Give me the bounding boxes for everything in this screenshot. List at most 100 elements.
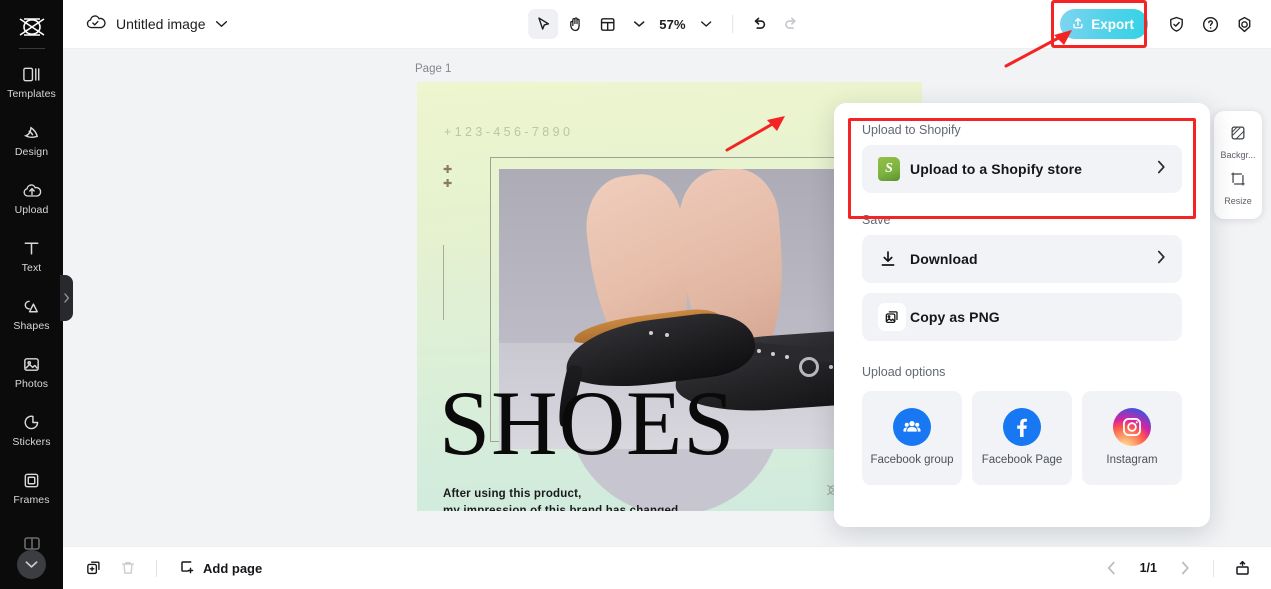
templates-icon [21,64,42,85]
present-button[interactable] [1227,553,1257,583]
design-icon [21,122,42,143]
help-circle-icon[interactable] [1195,9,1225,39]
instagram-label: Instagram [1106,454,1158,467]
artwork-tagline-line2: my impression of this brand has changed. [443,504,682,511]
background-icon [1229,124,1247,147]
facebook-group-icon [893,408,931,447]
bottombar-right-group: 1/1 [1097,553,1257,583]
resize-tool-label: Resize [1224,196,1252,206]
upload-cloud-icon [21,180,42,201]
toolbar-divider [731,15,733,33]
sparkle-icon: ✚ [443,178,453,190]
sidebar-item-upload[interactable]: Upload [0,169,63,227]
download-icon [878,249,910,269]
topbar-right-group: Export [1051,0,1259,48]
facebook-icon [1003,408,1041,447]
cloud-check-icon [85,13,107,36]
left-sidebar: Templates Design Upload Text Shapes Phot… [0,0,63,589]
sidebar-item-label: Shapes [13,320,50,333]
shopify-icon: S [878,157,910,181]
export-button[interactable]: Export [1060,9,1148,39]
sidebar-item-text[interactable]: Text [0,227,63,285]
sidebar-scroll-more-button[interactable] [17,550,46,579]
artwork-tagline-line1: After using this product, [443,488,582,500]
prev-page-button[interactable] [1097,553,1127,583]
layout-dropdown-caret[interactable] [624,9,654,39]
download-row[interactable]: Download [862,235,1182,283]
chevron-down-icon[interactable] [215,15,228,33]
bottombar-left-group: Add page [63,553,270,583]
add-page-label: Add page [203,560,263,576]
zoom-dropdown-caret[interactable] [691,9,721,39]
upload-to-shopify-store-label: Upload to a Shopify store [910,161,1083,177]
export-dropdown-menu[interactable]: Upload to Shopify S Upload to a Shopify … [834,103,1210,527]
page-indicator: 1/1 [1139,561,1157,575]
sparkle-icon: ✚ [443,164,453,176]
export-button-label: Export [1091,16,1134,32]
frames-icon [21,470,42,491]
sidebar-item-label: Frames [13,494,50,507]
background-tool[interactable]: Backgr... [1220,124,1256,160]
sidebar-item-label: Photos [14,378,49,391]
chevron-right-icon [1157,250,1166,268]
hand-tool-button[interactable] [560,9,590,39]
copy-as-png-label: Copy as PNG [910,309,1000,325]
upload-to-shopify-store-row[interactable]: S Upload to a Shopify store [862,145,1182,193]
upload-options-group: Facebook group Facebook Page Instagram [862,391,1182,485]
sidebar-collapse-handle[interactable] [60,275,73,321]
copy-image-icon [878,303,910,331]
delete-page-button[interactable] [113,553,143,583]
canvas-tools-group: 57% [528,9,806,39]
document-title[interactable]: Untitled image [116,16,206,32]
bottombar-divider [156,559,157,577]
sidebar-item-shapes[interactable]: Shapes [0,285,63,343]
instagram-icon [1113,408,1151,447]
photos-icon [21,354,42,375]
chevron-right-icon [1157,160,1166,178]
upload-icon [1071,16,1085,33]
sidebar-item-label: Text [21,262,42,275]
save-section-title: Save [862,213,891,227]
sidebar-item-label: Upload [14,204,49,217]
resize-icon [1229,170,1247,193]
duplicate-page-button[interactable] [79,553,109,583]
zoom-level-value[interactable]: 57% [656,17,689,32]
capcut-logo[interactable] [12,12,52,42]
document-title-group[interactable]: Untitled image [63,13,228,36]
page-label: Page 1 [415,63,452,75]
top-toolbar: Untitled image 57% Export [63,0,1271,49]
layout-tool-button[interactable] [592,9,622,39]
shopify-section-title: Upload to Shopify [862,123,961,137]
canvas-area[interactable]: Page 1 +123-456-7890 ✚ ✚ SHOES After usi… [63,49,1271,546]
redo-button[interactable] [776,9,806,39]
sidebar-item-label: Design [14,146,49,159]
shapes-icon [21,296,42,317]
sidebar-item-design[interactable]: Design [0,111,63,169]
sidebar-item-photos[interactable]: Photos [0,343,63,401]
facebook-group-label: Facebook group [870,454,954,467]
sidebar-item-label: Stickers [12,436,51,449]
sidebar-item-templates[interactable]: Templates [0,53,63,111]
artwork-vertical-rule [443,245,444,320]
artwork-headline: SHOES [439,372,736,474]
instagram-option[interactable]: Instagram [1082,391,1182,485]
sidebar-item-frames[interactable]: Frames [0,459,63,517]
next-page-button[interactable] [1170,553,1200,583]
artwork-phone-number: +123-456-7890 [444,125,574,139]
facebook-group-option[interactable]: Facebook group [862,391,962,485]
add-page-button[interactable]: Add page [170,554,270,582]
plus-square-icon [178,558,196,579]
bottombar-divider [1213,559,1214,577]
sidebar-item-stickers[interactable]: Stickers [0,401,63,459]
background-tool-label: Backgr... [1220,150,1256,160]
undo-button[interactable] [744,9,774,39]
shield-check-icon[interactable] [1161,9,1191,39]
copy-as-png-row[interactable]: Copy as PNG [862,293,1182,341]
sidebar-divider [18,48,45,49]
settings-gear-icon[interactable] [1229,9,1259,39]
select-tool-button[interactable] [528,9,559,39]
resize-tool[interactable]: Resize [1224,170,1252,206]
facebook-page-option[interactable]: Facebook Page [972,391,1072,485]
stickers-icon [21,412,42,433]
sidebar-item-label: Templates [7,88,56,101]
